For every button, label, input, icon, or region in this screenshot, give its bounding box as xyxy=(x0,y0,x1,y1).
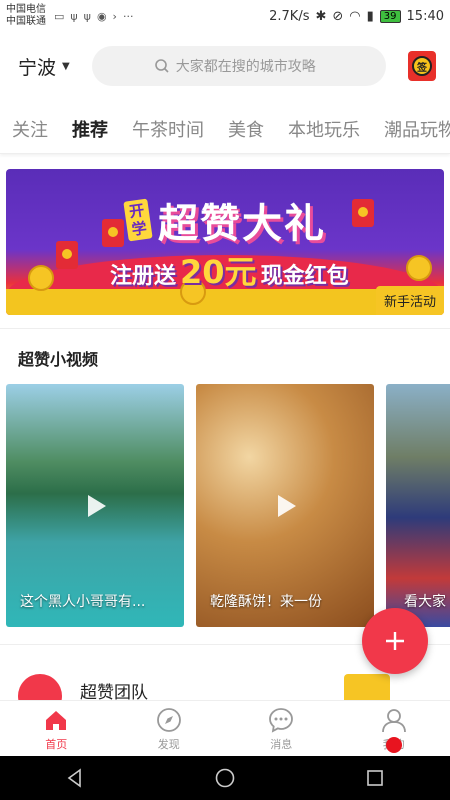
compass-icon xyxy=(156,707,181,732)
carrier-2: 中国联通 xyxy=(6,16,46,27)
red-packet-icon xyxy=(352,199,374,227)
coin-icon xyxy=(406,255,432,281)
tab-local-fun[interactable]: 本地玩乐 xyxy=(276,116,372,142)
status-time: 15:40 xyxy=(406,8,444,24)
bluetooth-icon: ✱ xyxy=(315,8,327,24)
video-caption: 这个黑人小哥哥有... xyxy=(20,594,146,610)
carrier-info: 中国电信 中国联通 xyxy=(6,4,46,28)
search-bar[interactable]: 大家都在搜的城市攻略 xyxy=(91,46,386,86)
more-icon: ··· xyxy=(122,9,134,23)
top-header: 宁波 ▼ 大家都在搜的城市攻略 签 xyxy=(0,40,450,92)
play-icon xyxy=(278,494,296,517)
video-card[interactable]: 乾隆酥饼！来一份 xyxy=(196,384,374,627)
nav-home[interactable]: 首页 xyxy=(0,701,113,756)
caret-down-icon: ▼ xyxy=(62,60,70,72)
banner-amount: 20元 xyxy=(180,253,257,291)
checkin-button[interactable]: 签 xyxy=(408,51,436,81)
search-placeholder: 大家都在搜的城市攻略 xyxy=(175,59,316,75)
system-nav-bar xyxy=(0,756,450,800)
usb-icon: ψ xyxy=(83,9,91,23)
video-caption: 乾隆酥饼！来一份 xyxy=(210,594,322,610)
banner-main-title: 超赞大礼 xyxy=(158,201,326,247)
sim-icon: ▭ xyxy=(54,9,65,23)
tab-food[interactable]: 美食 xyxy=(216,116,276,142)
wifi-icon: ◠ xyxy=(349,8,361,24)
nav-messages[interactable]: 消息 xyxy=(225,701,338,756)
team-logo xyxy=(18,674,62,700)
recents-icon[interactable] xyxy=(364,767,386,789)
bottom-nav: 首页 发现 消息 我的 xyxy=(0,700,450,756)
signal-icon: ▮ xyxy=(366,8,374,24)
team-name: 超赞团队 xyxy=(80,683,148,700)
category-tabs: 关注 推荐 午茶时间 美食 本地玩乐 潮品玩物 xyxy=(0,104,450,154)
red-packet-icon xyxy=(56,241,78,269)
banner-subtitle: 注册送 20元 现金红包 xyxy=(110,247,349,293)
status-bar: 中国电信 中国联通 ▭ ψ ψ ◉ › ··· 2.7K/s ✱ ⊘ ◠ ▮ 3… xyxy=(0,0,450,32)
video-card[interactable]: 这个黑人小哥哥有... xyxy=(6,384,184,627)
nav-home-label: 首页 xyxy=(45,737,68,751)
back-icon[interactable] xyxy=(64,767,86,789)
play-icon xyxy=(88,494,106,517)
tab-follow[interactable]: 关注 xyxy=(0,116,60,142)
banner-sub-prefix: 注册送 xyxy=(110,264,177,289)
section-title: 超赞小视频 xyxy=(18,350,99,369)
battery-icon: 39 xyxy=(379,9,401,23)
net-speed: 2.7K/s xyxy=(269,8,310,24)
app-icon: › xyxy=(112,9,117,23)
usb-icon: ψ xyxy=(70,9,78,23)
create-post-button[interactable] xyxy=(362,608,428,674)
nav-discover[interactable]: 发现 xyxy=(113,701,226,756)
search-icon xyxy=(154,59,169,73)
nav-messages-label: 消息 xyxy=(270,737,293,751)
notification-dot xyxy=(386,737,402,753)
profile-icon xyxy=(381,708,406,732)
city-selector[interactable]: 宁波 ▼ xyxy=(18,53,70,80)
plus-icon xyxy=(386,632,404,650)
weibo-icon: ◉ xyxy=(96,9,107,23)
gift-icon xyxy=(344,674,390,700)
banner-title: 开学 超赞大礼 xyxy=(123,191,326,249)
nav-discover-label: 发现 xyxy=(157,737,180,751)
video-card[interactable]: 看大家 xyxy=(386,384,450,627)
red-packet-icon xyxy=(102,219,124,247)
tab-afternoon-tea[interactable]: 午茶时间 xyxy=(120,116,216,142)
message-icon xyxy=(269,707,294,733)
carrier-1: 中国电信 xyxy=(6,4,46,15)
divider xyxy=(0,328,450,329)
tab-trendy-goods[interactable]: 潮品玩物 xyxy=(372,116,450,142)
banner-badge: 新手活动 xyxy=(375,286,444,315)
video-carousel[interactable]: 这个黑人小哥哥有... 乾隆酥饼！来一份 看大家 xyxy=(6,384,450,628)
promo-banner[interactable]: 开学 超赞大礼 注册送 20元 现金红包 新手活动 xyxy=(6,169,444,315)
notification-icons: ▭ ψ ψ ◉ › ··· xyxy=(54,10,133,23)
banner-kaixue: 开学 xyxy=(123,198,153,242)
home-circle-icon[interactable] xyxy=(214,767,236,789)
mute-icon: ⊘ xyxy=(332,8,344,24)
status-right: 2.7K/s ✱ ⊘ ◠ ▮ 39 15:40 xyxy=(269,9,444,24)
checkin-icon: 签 xyxy=(412,56,432,76)
home-icon xyxy=(46,710,67,730)
banner-sub-suffix: 现金红包 xyxy=(260,264,349,289)
coin-icon xyxy=(28,265,54,291)
city-label: 宁波 xyxy=(18,56,57,79)
tab-recommend[interactable]: 推荐 xyxy=(60,116,120,142)
